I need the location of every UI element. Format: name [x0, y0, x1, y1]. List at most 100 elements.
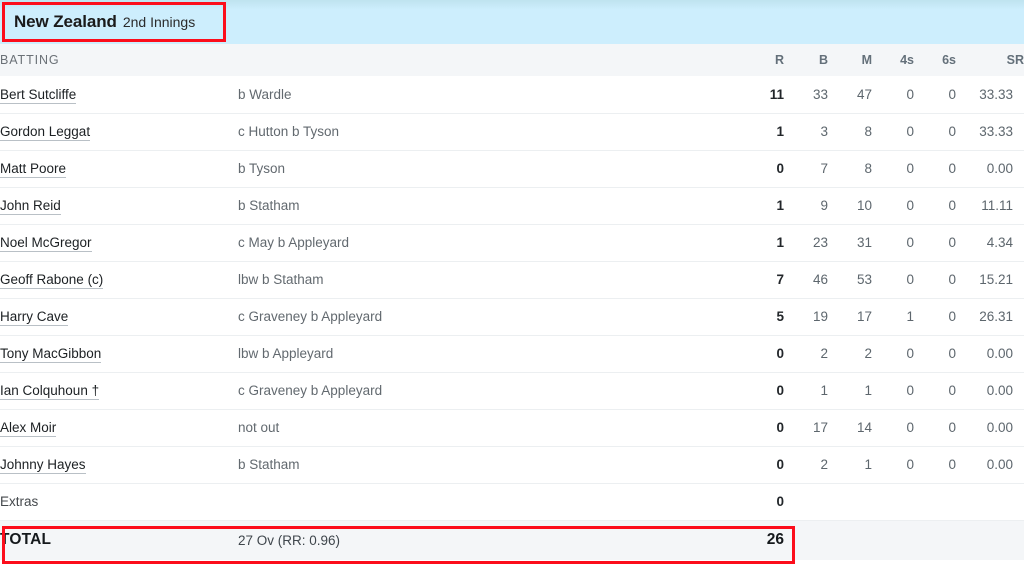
minutes-value: 8 [864, 161, 873, 176]
fours-value: 0 [906, 86, 915, 102]
balls-value: 46 [812, 272, 829, 287]
strike-rate-value: 0.00 [986, 346, 1014, 361]
extras-label: Extras [0, 494, 39, 509]
player-name-link[interactable]: Geoff Rabone (c) [0, 272, 104, 289]
balls-value: 23 [812, 235, 829, 250]
dismissal-text: c Graveney b Appleyard [238, 383, 383, 398]
balls-value: 17 [812, 420, 829, 435]
fours-value: 0 [906, 198, 915, 213]
column-header-fours: 4s [900, 53, 915, 67]
player-name-link[interactable]: Ian Colquhoun † [0, 383, 100, 400]
balls-value: 2 [820, 346, 829, 361]
table-row: John Reid b Statham 1 9 10 0 0 11.11 [0, 187, 1024, 224]
sixes-value: 0 [948, 457, 957, 472]
fours-value: 0 [906, 420, 915, 435]
total-overs-runrate: 27 Ov (RR: 0.96) [238, 532, 341, 548]
batting-table-body: Bert Sutcliffe b Wardle 11 33 47 0 0 33.33 Gordo… [0, 76, 1024, 483]
total-strike-rate [956, 520, 1024, 560]
minutes-value: 53 [856, 272, 873, 287]
dismissal-text: c Graveney b Appleyard [238, 309, 383, 324]
player-name-cell: Ian Colquhoun † [0, 372, 238, 409]
player-name-cell: Tony MacGibbon [0, 335, 238, 372]
column-header-sixes: 6s [942, 53, 957, 67]
total-row: TOTAL 27 Ov (RR: 0.96) 26 [0, 520, 1024, 560]
extras-strike-rate [956, 483, 1024, 520]
player-name-link[interactable]: Harry Cave [0, 309, 69, 326]
balls-value: 1 [820, 383, 829, 398]
batting-header-row: BATTING R B M 4s 6s SR [0, 44, 1024, 76]
strike-rate-value: 15.21 [979, 272, 1014, 287]
runs-value: 7 [776, 272, 785, 287]
strike-rate-value: 11.11 [981, 198, 1014, 213]
table-row: Bert Sutcliffe b Wardle 11 33 47 0 0 33.33 [0, 76, 1024, 113]
sixes-value: 0 [948, 309, 957, 324]
table-row: Matt Poore b Tyson 0 7 8 0 0 0.00 [0, 150, 1024, 187]
runs-value: 1 [776, 124, 785, 139]
minutes-value: 8 [864, 124, 873, 139]
minutes-value: 17 [856, 309, 873, 324]
balls-value: 7 [820, 161, 829, 176]
table-row: Alex Moir not out 0 17 14 0 0 0.00 [0, 409, 1024, 446]
runs-value: 5 [776, 309, 785, 324]
player-name-link[interactable]: John Reid [0, 198, 61, 215]
dismissal-text: lbw b Statham [238, 272, 324, 287]
innings-team-name: New Zealand [14, 12, 117, 31]
total-balls [784, 520, 828, 560]
fours-value: 0 [906, 124, 915, 139]
fours-value: 0 [906, 235, 915, 250]
extras-minutes [828, 483, 872, 520]
column-header-strike-rate: SR [1006, 53, 1024, 67]
innings-scorecard: New Zealand 2nd Innings BATTING R B M 4s… [0, 0, 1024, 566]
balls-value: 33 [812, 86, 829, 102]
minutes-value: 2 [864, 346, 873, 361]
fours-value: 0 [906, 383, 915, 398]
minutes-value: 10 [856, 198, 873, 213]
strike-rate-value: 0.00 [986, 161, 1014, 176]
dismissal-text: not out [238, 420, 280, 435]
player-name-link[interactable]: Gordon Leggat [0, 124, 91, 141]
dismissal-text: c May b Appleyard [238, 235, 350, 250]
player-name-cell: Johnny Hayes [0, 446, 238, 483]
player-name-link[interactable]: Noel McGregor [0, 235, 92, 252]
runs-value: 0 [776, 161, 785, 176]
total-runs-value: 26 [766, 531, 785, 549]
sixes-value: 0 [948, 124, 957, 139]
table-row: Harry Cave c Graveney b Appleyard 5 19 17 1 0 2… [0, 298, 1024, 335]
player-name-cell: Geoff Rabone (c) [0, 261, 238, 298]
sixes-value: 0 [948, 383, 957, 398]
player-name-link[interactable]: Johnny Hayes [0, 457, 86, 474]
strike-rate-value: 0.00 [986, 457, 1014, 472]
runs-value: 1 [776, 198, 785, 213]
player-name-link[interactable]: Bert Sutcliffe [0, 86, 77, 104]
total-sixes [914, 520, 956, 560]
batting-summary-body: Extras 0 TOTAL 27 Ov (RR: 0.96) 26 [0, 483, 1024, 560]
table-row: Noel McGregor c May b Appleyard 1 23 31 0 0 4.3… [0, 224, 1024, 261]
table-row: Johnny Hayes b Statham 0 2 1 0 0 0.00 [0, 446, 1024, 483]
sixes-value: 0 [948, 346, 957, 361]
column-header-runs: R [774, 53, 785, 67]
column-header-balls: B [818, 53, 829, 67]
extras-fours [872, 483, 914, 520]
sixes-value: 0 [948, 198, 957, 213]
sixes-value: 0 [948, 272, 957, 287]
player-name-link[interactable]: Matt Poore [0, 161, 67, 178]
innings-number-label: 2nd Innings [122, 14, 196, 30]
column-header-batting: BATTING [0, 53, 60, 67]
minutes-value: 47 [856, 86, 873, 102]
sixes-value: 0 [948, 420, 957, 435]
player-name-link[interactable]: Tony MacGibbon [0, 346, 102, 363]
batting-table-head: BATTING R B M 4s 6s SR [0, 44, 1024, 76]
fours-value: 0 [906, 346, 915, 361]
runs-value: 0 [776, 346, 785, 361]
strike-rate-value: 33.33 [979, 124, 1014, 139]
dismissal-text: b Statham [238, 198, 300, 213]
strike-rate-value: 33.33 [979, 86, 1014, 102]
extras-value: 0 [776, 494, 785, 509]
extras-sixes [914, 483, 956, 520]
strike-rate-value: 0.00 [986, 420, 1014, 435]
player-name-link[interactable]: Alex Moir [0, 420, 57, 437]
runs-value: 0 [776, 420, 785, 435]
strike-rate-value: 4.34 [986, 235, 1014, 250]
dismissal-text: c Hutton b Tyson [238, 124, 340, 139]
fours-value: 0 [906, 161, 915, 176]
